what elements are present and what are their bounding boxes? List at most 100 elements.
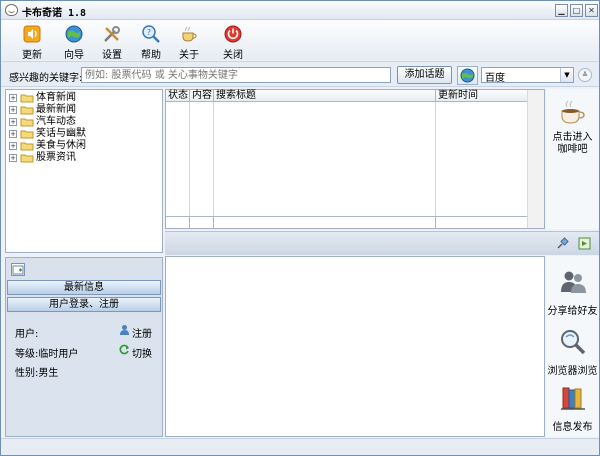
table-scrollbar[interactable] [527,90,544,228]
publish-label: 信息发布 [552,422,593,433]
side-tools: 分享给好友 浏览器浏览 信息发布 [546,256,599,437]
column-content[interactable]: 内容 [190,90,214,102]
browser-view-button[interactable]: 浏览器浏览 [546,328,599,384]
expand-icon[interactable]: + [9,118,17,126]
column-status[interactable]: 状态 [166,90,190,102]
help-magnifier-icon: ? [142,25,160,43]
coffee-cup-icon [561,100,585,124]
collapse-toolbar-icon[interactable]: ≚ [578,68,592,82]
tree-item-food[interactable]: + 美食与休闲 [6,140,162,152]
folder-icon [20,94,34,103]
folder-icon [20,118,34,127]
close-window-button[interactable]: ✕ [585,4,598,17]
column-updated[interactable]: 更新时间 [436,90,528,102]
keyword-input[interactable] [81,67,391,83]
close-app-button[interactable]: 关闭 [215,22,251,61]
tree-item-label: 股票资讯 [36,152,76,163]
tree-item-auto[interactable]: + 汽车动态 [6,116,162,128]
tree-item-sports[interactable]: + 体育新闻 [6,92,162,104]
title-bar: 卡布奇诺 1.8 ▁ □ ✕ [1,1,599,20]
keyword-label: 感兴趣的关键字: [9,73,83,84]
share-friends-icon [561,271,586,293]
tree-item-label: 汽车动态 [36,116,76,127]
coffee-bar-entry[interactable]: 点击进入 咖啡吧 [546,89,599,229]
preview-toolbar [165,231,599,255]
share-label: 分享给好友 [547,306,598,317]
tree-item-jokes[interactable]: + 笑话与幽默 [6,128,162,140]
switch-link[interactable]: 切换 [132,345,152,360]
add-topic-button[interactable]: 添加话题 [397,66,452,84]
register-user-icon [120,325,129,335]
register-link[interactable]: 注册 [132,325,152,340]
pin-icon[interactable] [556,237,569,250]
minimize-button[interactable]: ▁ [555,4,568,17]
table-footer [166,216,528,229]
column-divider [435,102,436,216]
update-label: 更新 [22,50,42,61]
about-coffee-icon [182,26,197,42]
settings-tools-icon [104,26,120,42]
wizard-label: 向导 [64,50,84,61]
folder-icon [20,142,34,151]
publish-button[interactable]: 信息发布 [546,384,599,440]
keyword-search-bar: 感兴趣的关键字: 添加话题 百度 ▼ ≚ [1,61,599,87]
expand-icon[interactable]: + [9,142,17,150]
close-app-label: 关闭 [223,50,243,61]
expand-icon[interactable]: + [9,154,17,162]
tree-item-stocks[interactable]: + 股票资讯 [6,152,162,164]
latest-info-button[interactable]: 最新信息 [7,280,161,295]
browser-view-label: 浏览器浏览 [547,366,598,377]
folder-icon [20,154,34,163]
browser-view[interactable] [165,256,545,437]
expand-icon[interactable]: + [9,94,17,102]
maximize-button[interactable]: □ [570,4,583,17]
about-button[interactable]: 关于 [171,22,207,61]
search-engine-globe-button[interactable] [457,66,478,85]
chevron-down-icon[interactable]: ▼ [560,68,573,82]
topic-tree: + 体育新闻 + 最新新闻 + 汽车动态 + 笑话与幽默 + 美食与休闲 + 股… [5,89,163,253]
app-icon [5,4,18,16]
coffee-label-line1: 点击进入 [552,132,593,143]
open-window-icon[interactable] [578,237,591,250]
tree-item-latest[interactable]: + 最新新闻 [6,104,162,116]
user-info: 用户: 注册 等级:临时用户 切换 性别:男生 [8,316,160,434]
expand-icon[interactable]: + [9,130,17,138]
user-label: 用户: [15,329,39,340]
status-bar [1,438,599,455]
search-engine-select[interactable]: 百度 ▼ [481,67,574,84]
wizard-globe-icon [65,25,83,43]
svg-text:?: ? [147,28,151,37]
settings-label: 设置 [102,50,122,61]
app-window: 卡布奇诺 1.8 ▁ □ ✕ 更新 向导 设置 ? 帮助 关于 关闭 感兴趣的关… [0,0,600,456]
search-engine-value: 百度 [485,73,505,84]
update-speaker-icon [23,25,41,43]
tree-item-label: 美食与休闲 [36,140,86,151]
folder-icon [20,130,34,139]
about-label: 关于 [179,50,199,61]
coffee-label-line2: 咖啡吧 [557,144,588,155]
user-panel: 最新信息 用户登录、注册 用户: 注册 等级:临时用户 切换 性别:男生 [5,257,163,437]
update-button[interactable]: 更新 [14,22,50,61]
coffee-bar-label: 点击进入 咖啡吧 [546,132,599,156]
table-header: 状态 内容 搜索标题 更新时间 [166,90,528,102]
column-divider [213,102,214,216]
gender-label: 性别:男生 [15,368,59,379]
settings-button[interactable]: 设置 [94,22,130,61]
column-divider [189,102,190,216]
expand-icon[interactable]: + [9,106,17,114]
wizard-button[interactable]: 向导 [56,22,92,61]
folder-icon [20,106,34,115]
help-button[interactable]: ? 帮助 [133,22,169,61]
results-table: 状态 内容 搜索标题 更新时间 [165,89,545,229]
tree-item-label: 最新新闻 [36,104,76,115]
publish-books-icon [561,387,585,410]
browser-view-icon [561,330,586,355]
login-register-button[interactable]: 用户登录、注册 [7,297,161,312]
power-close-icon [224,25,242,43]
help-label: 帮助 [141,50,161,61]
share-button[interactable]: 分享给好友 [546,268,599,324]
user-panel-icon[interactable] [11,263,25,276]
globe-icon [460,68,475,83]
column-title[interactable]: 搜索标题 [214,90,436,102]
toolbar: 更新 向导 设置 ? 帮助 关于 关闭 [1,20,599,61]
